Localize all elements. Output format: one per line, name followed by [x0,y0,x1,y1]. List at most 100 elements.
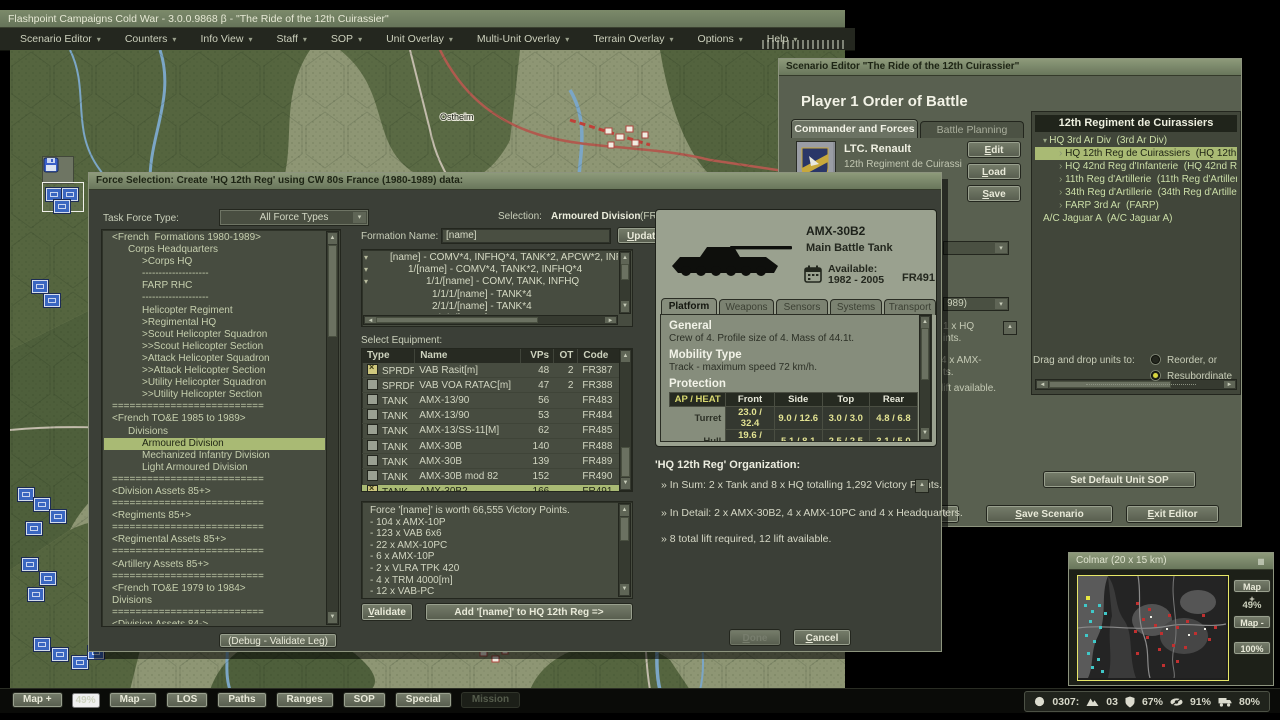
formations-tree-item[interactable]: Corps Headquarters [104,244,325,256]
formations-tree-item[interactable]: >>Scout Helicopter Section [104,341,325,353]
formations-tree-item[interactable]: ========================== [104,607,325,619]
formations-tree-item[interactable]: >Corps HQ [104,256,325,268]
unit-counter[interactable] [50,510,66,523]
force-selection-title-bar[interactable]: Force Selection: Create 'HQ 12th Reg' us… [89,173,941,190]
formations-tree-item[interactable]: ========================== [104,546,325,558]
formations-tree-item[interactable]: Armoured Division [104,437,325,450]
set-default-unit-sop-button[interactable]: Set Default Unit SOP [1043,471,1196,488]
menu-item[interactable]: Scenario Editor [10,33,115,45]
minimap-full-zoom-button[interactable]: 100% [1233,641,1271,655]
obscured-dropdown[interactable] [943,241,1009,255]
force-summary-scrollbar[interactable] [618,503,631,597]
roster-tree-item[interactable]: HQ 42nd Reg d'Infanterie (HQ 42nd Reg d'… [1035,160,1237,173]
toolbar-button[interactable]: LOS [165,692,209,708]
unit-counter[interactable] [18,488,34,501]
equipment-row[interactable]: TANK AMX-13/90 56 FR483 [362,393,619,409]
unit-counter[interactable] [52,648,68,661]
formations-tree-item[interactable]: FARP RHC [104,280,325,292]
equipment-checkbox[interactable] [367,424,378,436]
formations-tree-item[interactable]: ========================== [104,522,325,534]
equipment-checkbox[interactable] [367,469,378,481]
reorder-radio[interactable] [1151,355,1160,364]
unit-counter[interactable] [22,558,38,571]
formation-tree-item[interactable]: 1/1/[name] - COMV, TANK, INFHQ [364,276,618,288]
task-force-type-dropdown[interactable]: All Force Types [219,209,369,226]
menu-item[interactable]: Unit Overlay [376,33,467,45]
formation-tree-item[interactable]: [name] - COMV*4, INFHQ*4, TANK*2, APCW*2… [364,252,618,264]
formations-tree-item[interactable]: ========================== [104,474,325,486]
debug-validate-leg-button[interactable]: (Debug - Validate Leg) [219,633,337,648]
formation-tree-vscrollbar[interactable] [619,251,631,314]
resubordinate-radio[interactable] [1151,371,1160,380]
tab-commander-and-forces[interactable]: Commander and Forces [791,119,918,138]
roster-tree-item[interactable]: 11th Reg d'Artillerie (11th Reg d'Artill… [1035,173,1237,186]
tab-transport[interactable]: Transport [884,299,936,315]
window-title-bar[interactable]: Flashpoint Campaigns Cold War - 3.0.0.98… [0,10,845,28]
validate-button[interactable]: Validate [361,603,413,621]
load-button[interactable]: Load [967,163,1021,180]
toolbar-button[interactable]: Map + [12,692,63,708]
formations-tree-item[interactable]: <Regiments 85+> [104,510,325,522]
tab-systems[interactable]: Systems [830,299,882,315]
unit-counter[interactable] [34,638,50,651]
formations-tree-item[interactable]: Divisions [104,426,325,438]
formations-tree-item[interactable]: <French TO&E 1985 to 1989> [104,413,325,425]
equipment-checkbox[interactable] [367,393,378,405]
equipment-row[interactable]: TANK AMX-30B 139 FR489 [362,454,619,470]
formations-tree-scrollbar[interactable] [326,231,339,625]
menu-item[interactable]: SOP [321,33,376,45]
save-icon[interactable] [43,157,59,173]
equipment-checkbox[interactable] [367,454,378,466]
equipment-checkbox[interactable] [367,378,378,390]
equipment-row[interactable]: TANK AMX-13/SS-11[M] 62 FR485 [362,424,619,439]
unit-counter[interactable] [28,588,44,601]
formations-tree-item[interactable]: >Utility Helicopter Squadron [104,377,325,389]
minimap-zoom-out-button[interactable]: Map - [1233,615,1271,629]
formation-tree-item[interactable]: 3/1/1/[name] - TANK*4 [364,313,618,314]
formations-tree-item[interactable]: <Division Assets 85+> [104,486,325,498]
toolbar-button[interactable]: Ranges [275,692,334,708]
toolbar-button[interactable]: SOP [342,692,386,708]
unit-counter[interactable] [44,294,60,307]
equipment-table-scrollbar[interactable] [619,349,632,491]
unit-counter[interactable] [54,200,70,213]
roster-tree-item[interactable]: FARP 3rd Ar (FARP) [1035,199,1237,212]
tab-sensors[interactable]: Sensors [776,299,828,315]
equipment-row[interactable]: SPRDR VAB VOA RATAC[m] 47 2 FR388 [362,378,619,394]
formations-tree-item[interactable]: >Attack Helicopter Squadron [104,353,325,365]
equipment-checkbox[interactable] [367,363,378,375]
done-button[interactable]: Done [729,629,781,646]
menu-item[interactable]: Terrain Overlay [583,33,687,45]
roster-tree-item[interactable]: 34th Reg d'Artillerie (34th Reg d'Artill… [1035,186,1237,199]
exit-editor-button[interactable]: Exit Editor [1126,505,1219,523]
formations-tree-item[interactable]: ========================== [104,571,325,583]
menu-item[interactable]: Options [688,33,757,45]
add-to-hq-button[interactable]: Add '[name]' to HQ 12th Reg => [425,603,633,621]
formations-tree-item[interactable]: ========================== [104,401,325,413]
formations-tree-item[interactable]: -------------------- [104,268,325,280]
formations-tree-item[interactable]: <French Formations 1980-1989> [104,232,325,244]
formations-tree-item[interactable]: >>Utility Helicopter Section [104,389,325,401]
formations-tree-item[interactable]: <Regimental Assets 85+> [104,534,325,546]
detail-scrollbar[interactable] [919,315,931,441]
unit-counter[interactable] [40,572,56,585]
formations-tree-item[interactable]: Helicopter Regiment [104,305,325,317]
equipment-row[interactable]: TANK AMX-13/90 53 FR484 [362,409,619,424]
edit-button[interactable]: Edit [967,141,1021,158]
tab-battle-planning[interactable]: Battle Planning [920,121,1024,138]
menu-item[interactable]: Staff [266,33,320,45]
equipment-checkbox[interactable] [367,409,378,421]
formations-tree-item[interactable]: <Division Assets 84-> [104,619,325,624]
formations-tree-item[interactable]: >Regimental HQ [104,317,325,329]
formations-tree-item[interactable]: Mechanized Infantry Division [104,450,325,462]
obscured-dropdown[interactable]: 989) [943,297,1009,311]
obscured-scroll-up-icon[interactable] [1003,321,1017,335]
cancel-button[interactable]: Cancel [793,629,851,646]
roster-tree-item[interactable]: HQ 3rd Ar Div (3rd Ar Div) [1035,134,1237,147]
roster-tree-item[interactable]: HQ 12th Reg de Cuirassiers (HQ 12th Reg) [1035,147,1237,160]
formations-tree-item[interactable]: Light Armoured Division [104,462,325,474]
roster-tree-item[interactable]: A/C Jaguar A (A/C Jaguar A) [1035,212,1237,225]
menu-item[interactable]: Info View [190,33,266,45]
formations-tree-item[interactable]: <French TO&E 1979 to 1984> [104,583,325,595]
minimap-zoom-in-button[interactable]: Map + [1233,579,1271,604]
